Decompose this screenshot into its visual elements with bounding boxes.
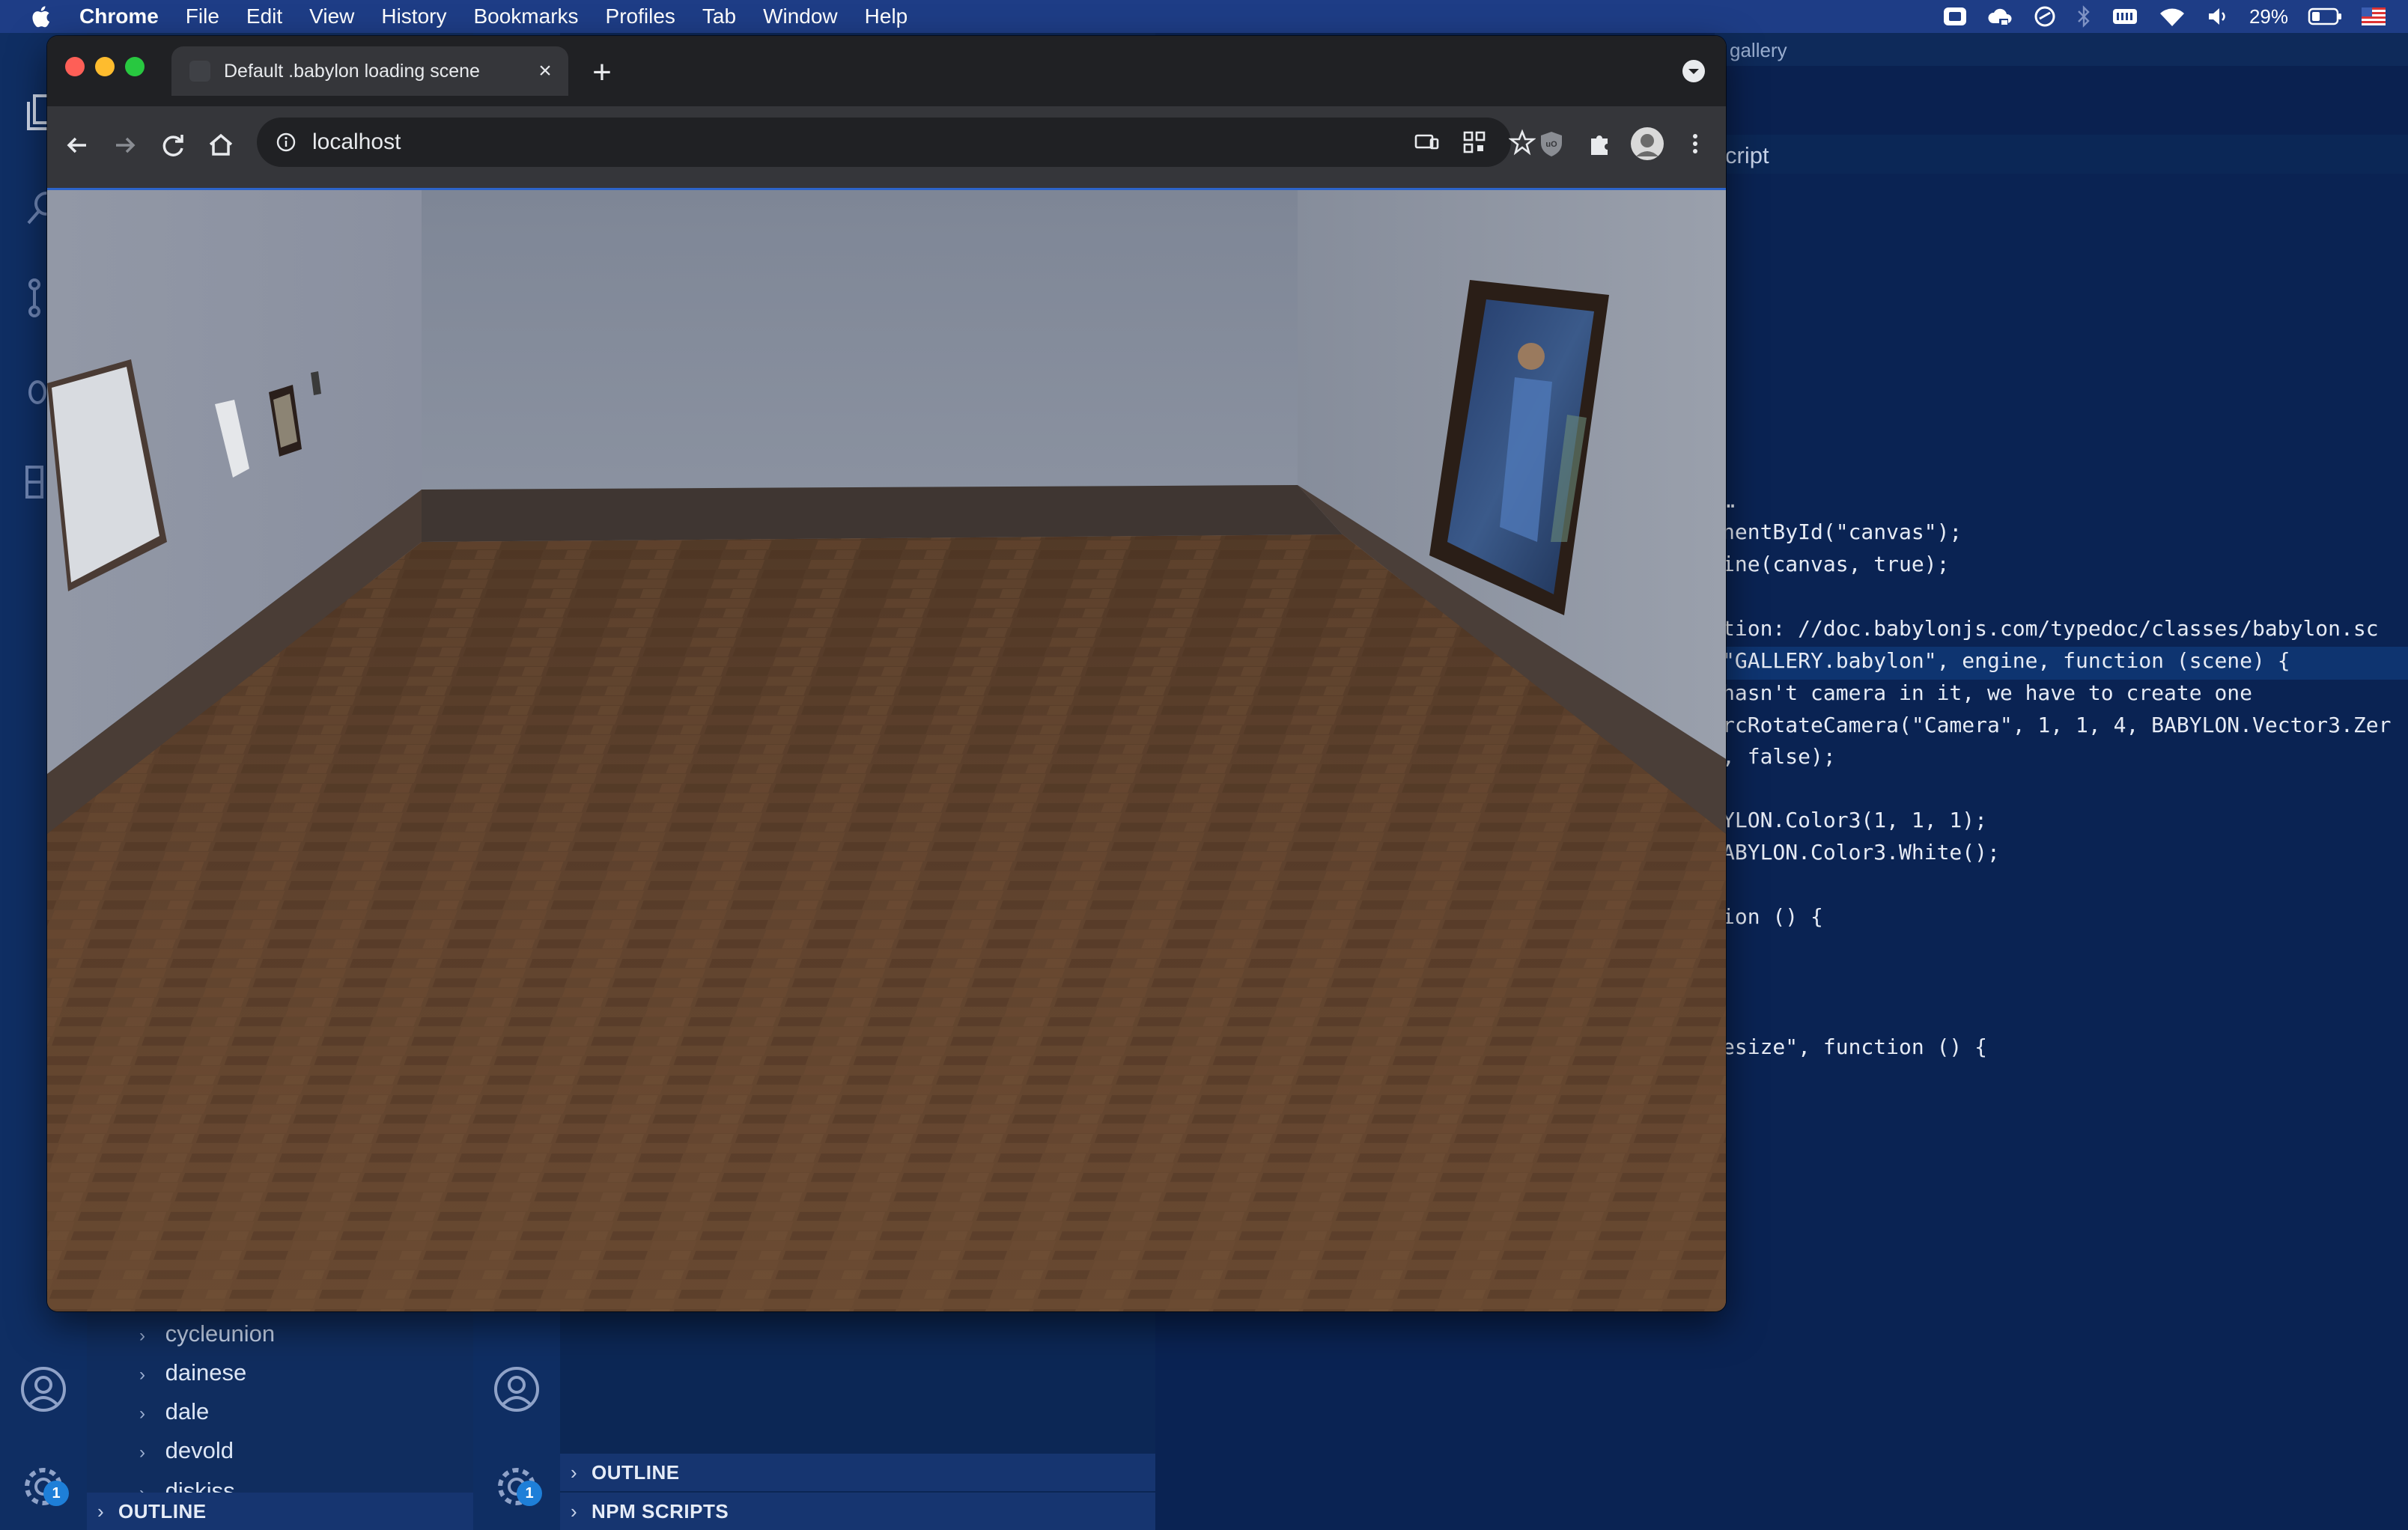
chevron-right-icon: › [97,1500,105,1523]
svg-text:uO: uO [1545,140,1557,149]
reload-icon[interactable] [156,129,189,162]
minimize-window-button[interactable] [95,57,115,76]
babylon-canvas[interactable] [47,190,1726,1311]
volume-icon[interactable] [2206,5,2230,28]
tab-babylon-scene[interactable]: Default .babylon loading scene × [171,46,568,96]
editor-breadcrumb[interactable]: cript [1715,135,2408,174]
tab-search-icon[interactable] [1681,58,1706,84]
status-area: 29% [1942,0,2386,33]
editor-tab-bar [1715,66,2408,141]
list-item[interactable]: › devold [139,1437,234,1464]
menu-tab[interactable]: Tab [702,4,736,28]
tab-title: Default .babylon loading scene [224,60,480,82]
creative-cloud-icon[interactable] [1987,5,2014,28]
menu-file[interactable]: File [186,4,219,28]
outline-section-header[interactable]: › OUTLINE [571,1461,680,1484]
wifi-icon[interactable] [2158,5,2186,28]
do-not-disturb-icon[interactable] [2034,5,2056,28]
list-item[interactable]: › cycleunion [139,1320,275,1347]
code-line: ABYLON.Color3.White(); [1722,840,2000,865]
forward-arrow-icon[interactable] [109,129,142,162]
url-text[interactable]: localhost [312,129,1511,155]
close-window-button[interactable] [65,57,85,76]
close-tab-icon[interactable]: × [532,58,558,84]
menu-help[interactable]: Help [865,4,908,28]
settings-update-badge: 1 [517,1481,542,1506]
browser-toolbar: localhost uO [47,106,1726,190]
settings-update-badge: 1 [43,1481,69,1506]
code-line: ion () { [1722,904,1823,929]
new-tab-button[interactable]: + [583,54,621,91]
menu-view[interactable]: View [309,4,354,28]
menu-profiles[interactable]: Profiles [606,4,675,28]
list-item[interactable]: › diskiss [139,1478,235,1494]
list-item[interactable]: › dainese [139,1359,246,1386]
apple-logo-icon[interactable] [28,4,51,29]
site-info-icon[interactable] [276,132,296,152]
extensions-puzzle-icon[interactable] [1585,129,1614,158]
address-bar[interactable]: localhost [257,118,1536,167]
code-line: , false); [1722,744,1836,769]
code-line: esize", function () { [1722,1034,1988,1059]
account-icon[interactable] [19,1365,67,1413]
chevron-right-icon: › [139,1442,145,1463]
chrome-menu-icon[interactable] [1681,129,1709,158]
profile-avatar[interactable] [1630,127,1664,161]
zoom-window-button[interactable] [125,57,145,76]
code-line: "GALLERY.babylon", engine, function (sce… [1722,648,2290,673]
list-item[interactable]: › dale [139,1398,209,1425]
battery-percentage[interactable]: 29% [2249,5,2288,28]
macos-menu-bar: Chrome File Edit View History Bookmarks … [0,0,2408,33]
code-line: ine(canvas, true); [1722,552,1950,576]
menu-history[interactable]: History [381,4,446,28]
bookmark-star-icon[interactable] [1509,129,1536,156]
menu-edit[interactable]: Edit [246,4,282,28]
chrome-window: Default .babylon loading scene × + local… [47,36,1726,1311]
code-line: rcRotateCamera("Camera", 1, 1, 4, BABYLO… [1722,713,2392,737]
back-arrow-icon[interactable] [61,129,94,162]
editor-window-title: gallery [1715,33,2408,66]
cast-device-icon[interactable] [1413,129,1440,156]
menu-bookmarks[interactable]: Bookmarks [473,4,578,28]
bluetooth-icon[interactable] [2076,4,2092,28]
code-line: nentById("canvas"); [1722,519,1962,544]
chevron-right-icon: › [139,1403,145,1424]
menu-app-chrome[interactable]: Chrome [79,4,159,28]
chevron-right-icon: › [139,1365,145,1385]
chevron-right-icon: › [571,1461,578,1484]
outline-section-header[interactable]: › OUTLINE [97,1500,207,1523]
page-favicon-icon [189,61,210,82]
battery-icon[interactable] [2308,7,2342,26]
chevron-right-icon: › [139,1326,145,1346]
chevron-right-icon: › [571,1500,578,1523]
code-line: hasn't camera in it, we have to create o… [1722,680,2253,705]
home-icon[interactable] [204,129,237,162]
us-flag-icon[interactable] [2362,7,2386,25]
keyboard-icon[interactable] [2111,6,2138,27]
ublock-extension-icon[interactable]: uO [1537,129,1566,158]
gallery-3d-scene [47,190,1726,1311]
tab-strip: Default .babylon loading scene × + [47,36,1726,106]
screen-record-icon[interactable] [1942,5,1968,28]
code-line: YLON.Color3(1, 1, 1); [1722,808,1988,832]
qr-code-icon[interactable] [1461,129,1488,156]
account-icon[interactable] [493,1365,541,1413]
code-line: tion: //doc.babylonjs.com/typedoc/classe… [1722,616,2379,641]
npm-scripts-section-header[interactable]: › NPM SCRIPTS [571,1500,729,1523]
menu-window[interactable]: Window [763,4,838,28]
